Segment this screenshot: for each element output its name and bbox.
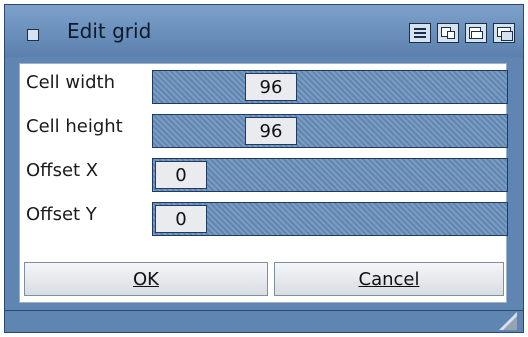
offset-x-knob[interactable]: 0 [155,161,207,189]
offset-x-row: Offset X 0 [20,152,508,192]
ok-button[interactable]: OK [24,262,268,296]
edit-grid-window: Edit grid Cell width 96 Cell height 96 O… [4,4,524,333]
dialog-panel: Cell width 96 Cell height 96 Offset X 0 … [19,63,508,303]
cell-width-knob[interactable]: 96 [245,73,297,101]
size-gadget-icon[interactable] [499,312,517,330]
close-gadget-icon[interactable] [27,29,39,41]
offset-y-label: Offset Y [26,204,97,225]
offset-x-slider[interactable]: 0 [152,158,508,192]
cell-height-knob[interactable]: 96 [245,117,297,145]
cell-height-slider[interactable]: 96 [152,114,508,148]
cancel-button[interactable]: Cancel [274,262,504,296]
ok-button-label: OK [133,268,159,290]
offset-y-slider[interactable]: 0 [152,202,508,236]
depth-gadget-icon[interactable] [409,23,431,43]
cell-width-slider[interactable]: 96 [152,70,508,104]
zoom-gadget-icon[interactable] [437,23,459,43]
title-bar[interactable]: Edit grid [5,5,523,57]
cell-height-label: Cell height [26,116,123,137]
cell-height-row: Cell height 96 [20,108,508,148]
cancel-button-label: Cancel [358,268,420,290]
iconify-gadget-icon[interactable] [465,23,487,43]
window-title: Edit grid [67,19,152,43]
cell-width-label: Cell width [26,72,115,93]
offset-x-label: Offset X [26,160,99,181]
offset-y-knob[interactable]: 0 [155,205,207,233]
back-gadget-icon[interactable] [493,23,515,43]
offset-y-row: Offset Y 0 [20,196,508,236]
window-bottom-border [5,310,523,332]
cell-width-row: Cell width 96 [20,64,508,104]
title-gadgets [409,23,515,43]
